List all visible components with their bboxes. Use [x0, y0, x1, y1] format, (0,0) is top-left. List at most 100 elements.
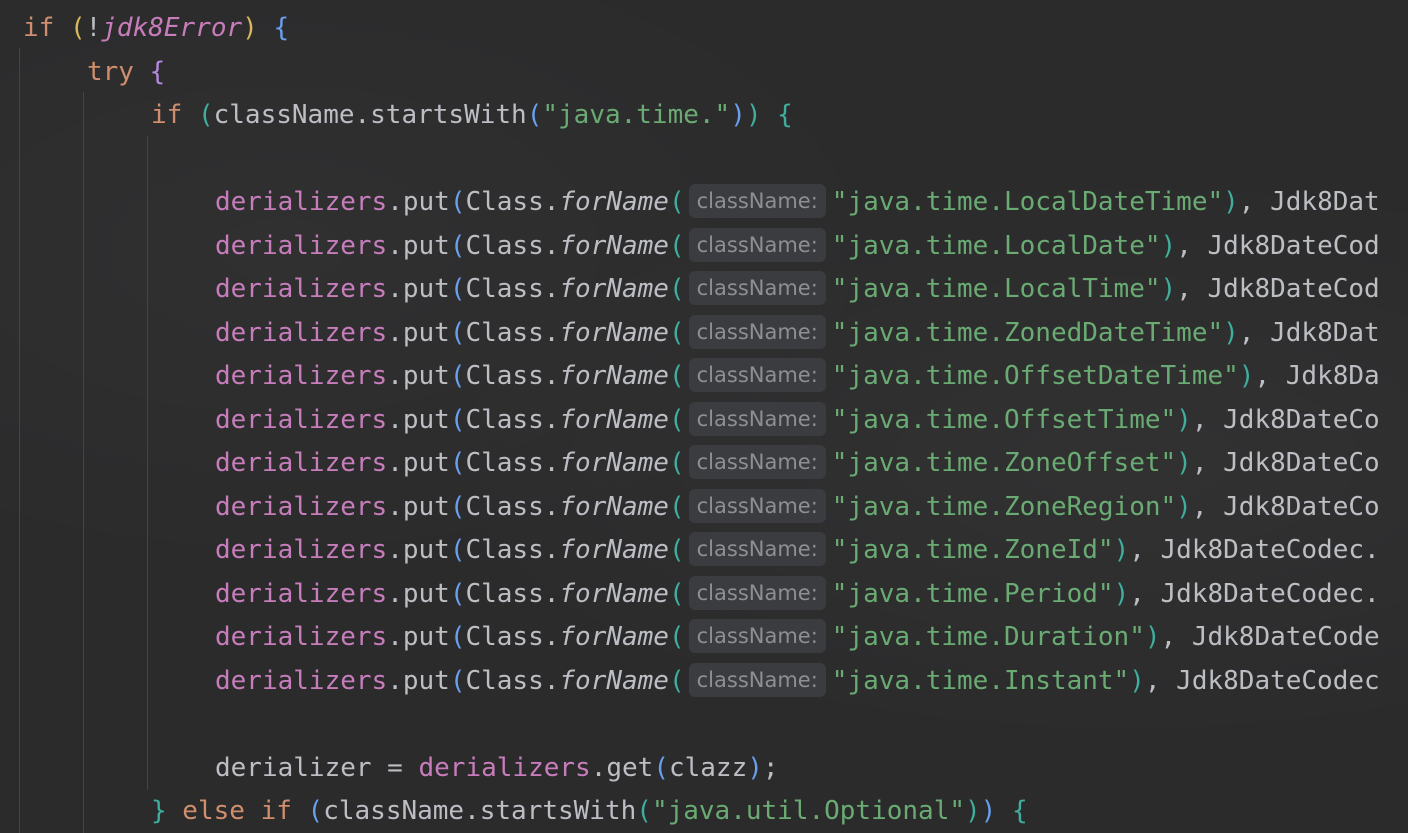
code-line-put[interactable]: derializers.put(Class.forName(className:…	[215, 312, 1380, 355]
paren-open: (	[449, 666, 466, 696]
paren-close: )	[242, 13, 258, 43]
method-get: .get	[590, 753, 654, 783]
code-line-put[interactable]: derializers.put(Class.forName(className:…	[215, 486, 1380, 529]
code-line-if-jdk8error[interactable]: if (!jdk8Error) {	[23, 7, 289, 50]
inlay-hint-classname: className:	[688, 358, 826, 392]
method-put: .put	[387, 187, 450, 217]
paren-close: )	[1223, 318, 1239, 348]
paren-open: (	[449, 318, 466, 348]
method-put: .put	[387, 535, 450, 565]
paren-close: )	[1223, 187, 1239, 217]
method-forname: forName	[559, 318, 669, 348]
method-put: .put	[387, 318, 450, 348]
method-forname: forName	[559, 361, 669, 391]
paren-open: (	[668, 274, 685, 304]
code-line-put[interactable]: derializers.put(Class.forName(className:…	[215, 268, 1380, 311]
code-line-put[interactable]: derializers.put(Class.forName(className:…	[215, 355, 1380, 398]
paren-open: (	[526, 100, 543, 130]
code-line-put[interactable]: derializers.put(Class.forName(className:…	[215, 399, 1380, 442]
code-rest: , Jdk8DateCod	[1176, 274, 1380, 304]
field-derializers: derializers	[215, 361, 388, 391]
method-forname: forName	[559, 535, 669, 565]
code-line-else-if[interactable]: } else if (className.startsWith("java.ut…	[151, 790, 1028, 833]
paren-open: (	[449, 535, 466, 565]
paren-open: (	[449, 187, 466, 217]
paren-open: (	[449, 448, 466, 478]
paren-open: (	[668, 448, 685, 478]
indent-guide	[83, 92, 84, 833]
method-forname: forName	[559, 274, 669, 304]
code-line-try[interactable]: try {	[87, 51, 165, 94]
method-forname: forName	[559, 231, 669, 261]
paren-close: )	[965, 796, 981, 826]
string-literal: "java.time.ZoneRegion"	[831, 492, 1177, 522]
class-ref: Class.	[465, 492, 560, 522]
string-literal: "java.time.Duration"	[831, 622, 1145, 652]
code-rest: , Jdk8DateCo	[1191, 492, 1380, 522]
code-rest: , Jdk8DateCode	[1160, 622, 1380, 652]
code-line-put[interactable]: derializers.put(Class.forName(className:…	[215, 660, 1380, 703]
code-editor[interactable]: if (!jdk8Error) { try { if (className.st…	[0, 0, 1408, 833]
paren-open: (	[668, 535, 685, 565]
class-ref: Class.	[465, 318, 560, 348]
string-literal: "java.time.OffsetDateTime"	[831, 361, 1239, 391]
code-line-put[interactable]: derializers.put(Class.forName(className:…	[215, 442, 1380, 485]
method-forname: forName	[559, 666, 669, 696]
inlay-hint-classname: className:	[688, 663, 826, 697]
string-literal: "java.time.ZonedDateTime"	[831, 318, 1224, 348]
class-ref: Class.	[465, 622, 560, 652]
inlay-hint-classname: className:	[688, 619, 826, 653]
field-derializers: derializers	[215, 405, 388, 435]
method-call: className.startsWith	[323, 796, 637, 826]
paren-open: (	[668, 361, 685, 391]
method-put: .put	[387, 492, 450, 522]
string-literal: "java.time.ZoneOffset"	[831, 448, 1177, 478]
string-literal: "java.time.Period"	[831, 579, 1114, 609]
paren-open: (	[668, 579, 685, 609]
inlay-hint-classname: className:	[688, 271, 826, 305]
code-line-if-startswith[interactable]: if (className.startsWith("java.time.")) …	[151, 94, 793, 137]
string-literal: "java.time.ZoneId"	[831, 535, 1114, 565]
not-operator: !	[85, 13, 102, 43]
code-line-put[interactable]: derializers.put(Class.forName(className:…	[215, 225, 1380, 268]
class-ref: Class.	[465, 666, 560, 696]
paren-open: (	[449, 405, 466, 435]
brace-open: {	[273, 13, 290, 43]
arg-clazz: clazz	[668, 753, 748, 783]
paren-open: (	[668, 492, 685, 522]
inlay-hint-classname: className:	[688, 228, 826, 262]
paren-open: (	[449, 274, 466, 304]
code-line-put[interactable]: derializers.put(Class.forName(className:…	[215, 573, 1380, 616]
class-ref: Class.	[465, 361, 560, 391]
method-put: .put	[387, 361, 450, 391]
paren-close: )	[1176, 405, 1192, 435]
field-derializers: derializers	[215, 622, 388, 652]
paren-open: (	[668, 231, 685, 261]
field-derializers: derializers	[215, 318, 388, 348]
method-put: .put	[387, 274, 450, 304]
code-rest: , Jdk8DateCod	[1176, 231, 1380, 261]
brace-open: {	[777, 100, 793, 130]
string-literal: "java.util.Optional"	[651, 796, 966, 826]
inlay-hint-classname: className:	[688, 489, 826, 523]
field-derializers: derializers	[215, 187, 388, 217]
field-derializers: derializers	[215, 535, 388, 565]
code-line-assign[interactable]: derializer = derializers.get(clazz);	[215, 747, 779, 790]
code-rest: , Jdk8Dat	[1238, 187, 1380, 217]
paren-open: (	[636, 796, 652, 826]
method-put: .put	[387, 666, 450, 696]
keyword-try: try	[87, 57, 134, 87]
code-rest: , Jdk8Dat	[1238, 318, 1380, 348]
paren-open: (	[197, 100, 214, 130]
code-line-put[interactable]: derializers.put(Class.forName(className:…	[215, 181, 1380, 224]
paren-open: (	[449, 579, 466, 609]
paren-open: (	[449, 231, 466, 261]
code-line-put[interactable]: derializers.put(Class.forName(className:…	[215, 616, 1380, 659]
method-forname: forName	[559, 622, 669, 652]
string-literal: "java.time.LocalDateTime"	[831, 187, 1224, 217]
paren-open: (	[307, 796, 324, 826]
method-forname: forName	[559, 187, 669, 217]
keyword-if: if	[151, 100, 183, 130]
paren-close: )	[1113, 535, 1130, 565]
code-line-put[interactable]: derializers.put(Class.forName(className:…	[215, 529, 1380, 572]
